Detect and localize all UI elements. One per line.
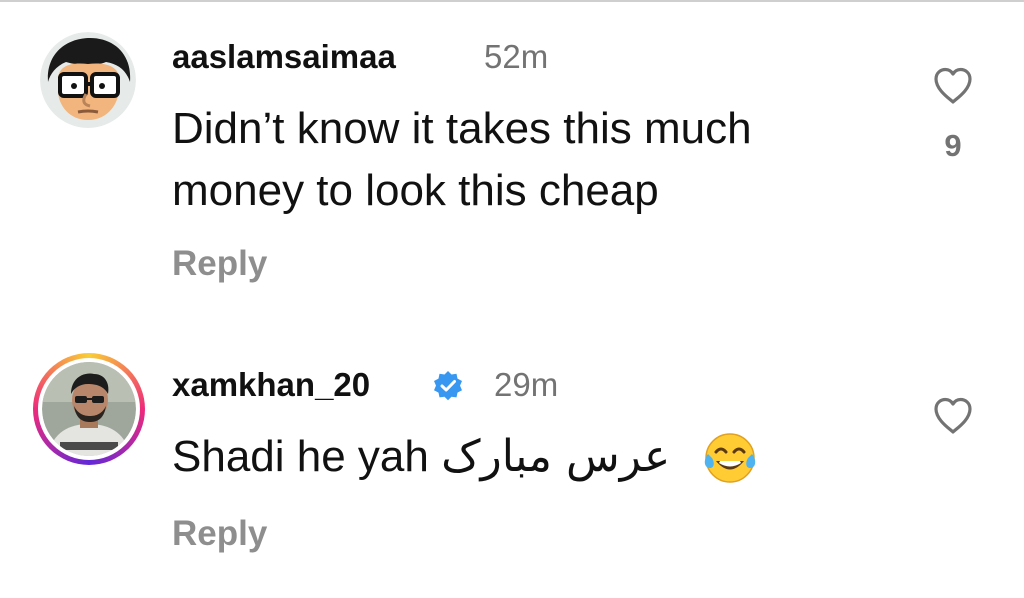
cartoon-glasses-avatar-icon	[40, 32, 136, 128]
heart-outline-icon[interactable]	[932, 396, 974, 436]
comment-item: aaslamsaimaa 52m Didn’t know it takes th…	[0, 0, 1024, 300]
comment-text-latin: Shadi he yah	[172, 432, 429, 481]
comment-item: xamkhan_20 29m Shadi he yah عرس مبارک Re…	[0, 330, 1024, 598]
comment-text-urdu: عرس مبارک	[441, 431, 671, 482]
comment-text-line-2: money to look this cheap	[172, 166, 659, 215]
reply-button[interactable]: Reply	[172, 244, 267, 284]
reply-button[interactable]: Reply	[172, 514, 267, 554]
comment-username[interactable]: aaslamsaimaa	[172, 38, 396, 76]
man-photo-avatar-icon	[42, 362, 136, 456]
avatar[interactable]	[40, 32, 136, 128]
comment-username[interactable]: xamkhan_20	[172, 366, 370, 404]
comments-screen: aaslamsaimaa 52m Didn’t know it takes th…	[0, 0, 1024, 598]
comment-timestamp: 29m	[494, 366, 559, 403]
face-with-tears-of-joy-icon	[704, 433, 756, 483]
comment-timestamp: 52m	[484, 38, 549, 75]
verified-badge-icon	[434, 371, 462, 401]
like-count[interactable]: 9	[932, 128, 974, 164]
avatar[interactable]	[42, 362, 136, 456]
heart-outline-icon[interactable]	[932, 66, 974, 106]
comment-text-line-1: Didn’t know it takes this much	[172, 104, 752, 153]
comment-text: Shadi he yah عرس مبارک	[172, 426, 670, 488]
